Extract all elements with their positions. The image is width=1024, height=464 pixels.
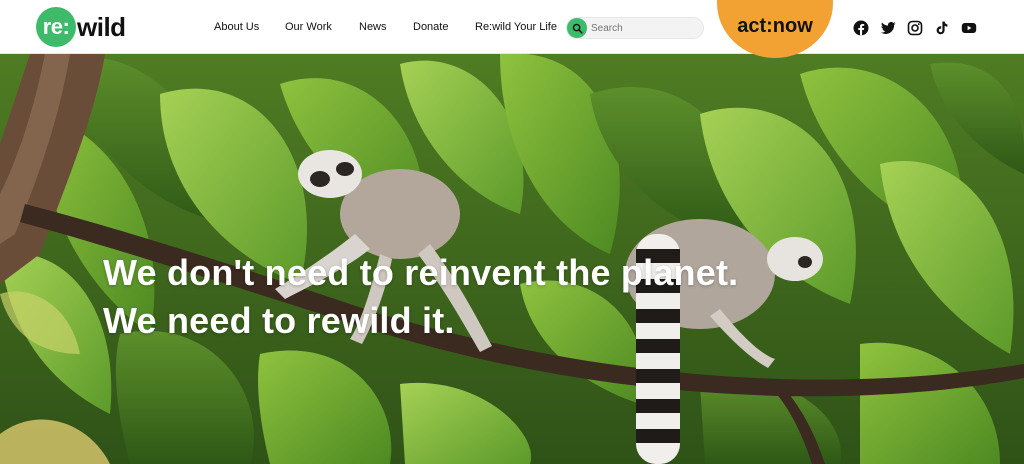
search-button[interactable] xyxy=(567,18,587,38)
search-input[interactable] xyxy=(591,20,699,36)
site-header: re: wild About Us Our Work News Donate R… xyxy=(0,0,1024,58)
hero-headline-line2: We need to rewild it. xyxy=(103,300,455,341)
hero-headline: We don't need to reinvent the planet. We… xyxy=(103,249,738,345)
nav-news[interactable]: News xyxy=(359,21,387,33)
rewild-logo[interactable]: re: wild xyxy=(36,7,126,47)
nav-our-work[interactable]: Our Work xyxy=(285,21,332,33)
hero-headline-line1: We don't need to reinvent the planet. xyxy=(103,252,739,293)
tiktok-icon[interactable] xyxy=(934,20,950,36)
instagram-icon[interactable] xyxy=(907,20,923,36)
twitter-icon[interactable] xyxy=(880,20,896,36)
nav-about-us[interactable]: About Us xyxy=(214,21,259,33)
search-icon xyxy=(572,23,583,34)
facebook-icon[interactable] xyxy=(853,20,869,36)
nav-donate[interactable]: Donate xyxy=(413,21,448,33)
act-now-label: act:now xyxy=(737,15,813,37)
logo-mark-text: re: xyxy=(42,14,70,39)
logo-wordmark: wild xyxy=(77,11,126,42)
act-now-button[interactable]: act:now xyxy=(717,0,833,58)
search-box xyxy=(566,17,704,39)
nav-rewild-your-life[interactable]: Re:wild Your Life xyxy=(475,21,557,33)
hero-banner: We don't need to reinvent the planet. We… xyxy=(0,54,1024,464)
youtube-icon[interactable] xyxy=(961,20,977,36)
logo-mark: re: xyxy=(36,7,76,47)
